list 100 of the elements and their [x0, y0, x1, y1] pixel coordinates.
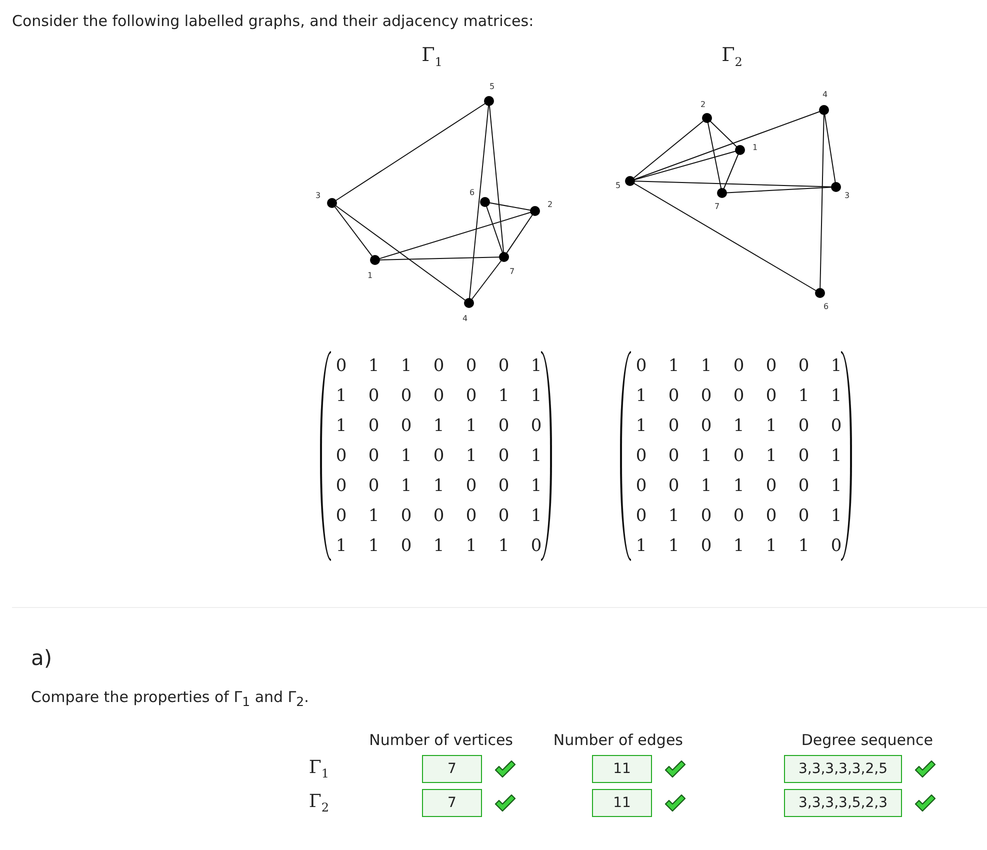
matrix-entry: 0 — [466, 476, 477, 496]
graph-vertex — [702, 113, 712, 123]
vertex-label: 7 — [714, 202, 720, 211]
graph-vertex — [815, 288, 825, 298]
matrix-entry: 1 — [498, 386, 510, 406]
answer-field[interactable]: 7 — [422, 755, 482, 783]
matrix-entry: 0 — [636, 476, 647, 496]
matrix-entry: 0 — [798, 476, 810, 496]
matrix-entry: 1 — [466, 416, 477, 436]
answer-field[interactable]: 11 — [592, 789, 652, 817]
graph-vertex — [499, 252, 509, 262]
matrix-entry: 0 — [433, 386, 444, 406]
graph-vertex — [625, 176, 635, 186]
question-text: Compare the properties of Γ$_{1}$ and Γ$_{2}$. — [31, 688, 309, 709]
matrix-entry: 1 — [530, 386, 542, 406]
vertex-label: 2 — [547, 200, 553, 209]
check-icon — [914, 794, 936, 812]
vertex-label: 6 — [469, 188, 475, 197]
matrix-entry: 0 — [466, 356, 477, 376]
matrix-entry: 0 — [766, 506, 777, 526]
matrix-entry: 1 — [336, 536, 347, 556]
matrix-entry: 0 — [400, 416, 412, 436]
answer-field[interactable]: 11 — [592, 755, 652, 783]
matrix-entry: 1 — [400, 446, 412, 466]
matrix-entry: 0 — [798, 446, 810, 466]
matrix-entry: 1 — [400, 476, 412, 496]
part-label: a) — [31, 646, 52, 670]
matrix-entry: 1 — [466, 536, 477, 556]
matrix-entry: 0 — [798, 506, 810, 526]
vertex-label: 6 — [823, 302, 829, 311]
check-icon — [914, 760, 936, 778]
matrix-entry: 0 — [766, 476, 777, 496]
matrix-entry: 0 — [636, 506, 647, 526]
matrix-entry: 1 — [700, 476, 712, 496]
matrix-entry: 0 — [498, 446, 510, 466]
matrix-entry: 0 — [700, 416, 712, 436]
graph-title: Γ$_{2}$ — [722, 44, 742, 70]
matrix-entry: 1 — [336, 386, 347, 406]
matrix-entry: 1 — [700, 446, 712, 466]
matrix-entry: 1 — [798, 536, 810, 556]
matrix-entry: 0 — [368, 416, 380, 436]
matrix-entry: 0 — [400, 506, 412, 526]
matrix-entry: 0 — [336, 506, 347, 526]
matrix-entry: 0 — [766, 386, 777, 406]
matrix-entry: 0 — [798, 356, 810, 376]
matrix-entry: 1 — [530, 506, 542, 526]
vertex-label: 3 — [844, 191, 850, 200]
row-label: Γ$_{1}$ — [308, 757, 329, 781]
vertex-label: 5 — [615, 181, 621, 190]
matrix-entry: 0 — [668, 446, 680, 466]
matrix-entry: 1 — [368, 536, 380, 556]
matrix-entry: 1 — [733, 416, 744, 436]
matrix-entry: 0 — [466, 506, 477, 526]
matrix-entry: 0 — [700, 536, 712, 556]
matrix-entry: 1 — [733, 476, 744, 496]
graph-vertex — [831, 182, 841, 192]
column-header: Number of edges — [553, 731, 683, 749]
vertex-label: 1 — [367, 271, 373, 280]
answer-field[interactable]: 3,3,3,3,3,2,5 — [784, 755, 902, 783]
matrix-entry: 1 — [636, 386, 647, 406]
matrix-entry: 0 — [733, 356, 744, 376]
matrix-entry: 0 — [400, 536, 412, 556]
answer-field[interactable]: 3,3,3,3,5,2,3 — [784, 789, 902, 817]
matrix-entry: 1 — [530, 476, 542, 496]
matrix-entry: 0 — [433, 506, 444, 526]
answer-field[interactable]: 7 — [422, 789, 482, 817]
matrix-entry: 0 — [700, 506, 712, 526]
matrix-entry: 1 — [636, 416, 647, 436]
matrix-entry: 0 — [830, 536, 842, 556]
matrix-entry: 0 — [636, 446, 647, 466]
graph-vertex — [717, 188, 727, 198]
graph-vertex — [735, 145, 745, 155]
matrix-entry: 1 — [830, 356, 842, 376]
matrix-entry: 0 — [433, 356, 444, 376]
vertex-label: 5 — [489, 82, 495, 91]
matrix-entry: 1 — [530, 356, 542, 376]
check-icon — [664, 794, 686, 812]
matrix-entry: 0 — [368, 446, 380, 466]
matrix-entry: 0 — [636, 356, 647, 376]
graph-vertex — [819, 105, 829, 115]
matrix-entry: 0 — [336, 356, 347, 376]
matrix-entry: 0 — [668, 416, 680, 436]
matrix-entry: 0 — [368, 476, 380, 496]
graph-vertex — [530, 206, 540, 216]
vertex-label: 1 — [752, 143, 758, 152]
matrix-entry: 0 — [400, 386, 412, 406]
matrix-entry: 1 — [766, 446, 777, 466]
matrix-entry: 0 — [733, 446, 744, 466]
matrix-entry: 0 — [700, 386, 712, 406]
matrix-entry: 0 — [798, 416, 810, 436]
matrix-entry: 1 — [433, 536, 444, 556]
vertex-label: 4 — [462, 314, 468, 323]
matrix-entry: 0 — [668, 386, 680, 406]
matrix-entry: 1 — [668, 536, 680, 556]
matrix-entry: 0 — [530, 536, 542, 556]
check-icon — [494, 794, 516, 812]
matrix-entry: 0 — [498, 476, 510, 496]
matrix-entry: 0 — [498, 416, 510, 436]
matrix-entry: 1 — [766, 416, 777, 436]
matrix-entry: 1 — [433, 416, 444, 436]
